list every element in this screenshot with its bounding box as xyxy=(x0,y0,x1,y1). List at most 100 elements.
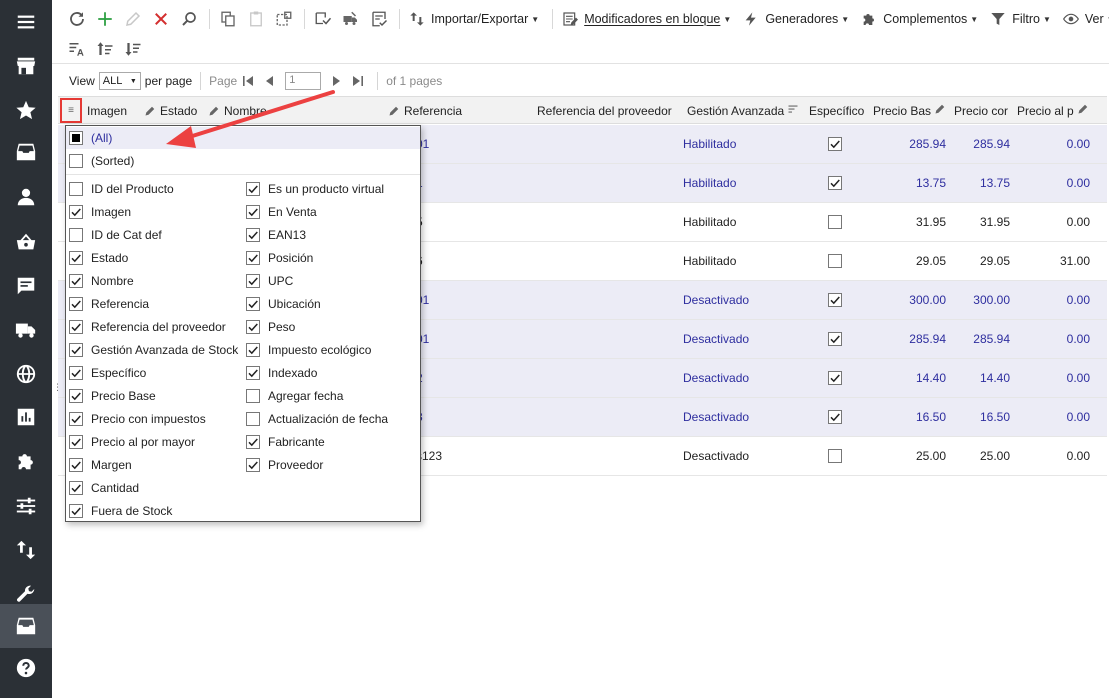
checkbox[interactable] xyxy=(246,366,260,380)
prev-page-button[interactable] xyxy=(261,72,279,90)
checkbox[interactable] xyxy=(69,481,83,495)
cell-gestion[interactable]: Desactivado xyxy=(683,359,793,397)
sort-text-button[interactable] xyxy=(64,37,90,61)
cell-precio-base[interactable]: 29.05 xyxy=(878,242,946,280)
checkbox[interactable] xyxy=(246,251,260,265)
header-precio-base[interactable]: Precio Bas xyxy=(873,97,945,124)
header-nombre[interactable]: Nombre xyxy=(208,97,272,124)
cell-gestion[interactable]: Habilitado xyxy=(683,125,793,163)
resize-handle[interactable]: ⋮ xyxy=(53,383,62,396)
help-icon[interactable] xyxy=(0,648,52,688)
indeterminate-checkbox[interactable] xyxy=(69,131,83,145)
cell-precio-al[interactable]: 0.00 xyxy=(1018,437,1090,475)
checkbox[interactable] xyxy=(828,215,842,229)
refresh-button[interactable] xyxy=(64,7,90,31)
menu-item-column[interactable]: Gestión Avanzada de Stock xyxy=(69,339,238,361)
menu-item-column[interactable]: Referencia del proveedor xyxy=(69,316,226,338)
delete-button[interactable] xyxy=(148,7,174,31)
truck-edit-button[interactable] xyxy=(338,7,364,31)
cell-referencia[interactable]: 01 xyxy=(416,125,466,163)
checkbox[interactable] xyxy=(246,389,260,403)
menu-item-column[interactable]: Estado xyxy=(69,247,128,269)
checkbox[interactable] xyxy=(69,435,83,449)
arrows-updown-icon[interactable] xyxy=(0,530,52,570)
header-ref-proveedor[interactable]: Referencia del proveedor xyxy=(537,97,677,124)
checkbox[interactable] xyxy=(69,366,83,380)
next-page-button[interactable] xyxy=(327,72,345,90)
checkbox[interactable] xyxy=(828,254,842,268)
menu-item-column[interactable]: Agregar fecha xyxy=(246,385,343,407)
menu-item-column[interactable]: Nombre xyxy=(69,270,134,292)
paste-button[interactable] xyxy=(243,7,269,31)
checkbox[interactable] xyxy=(246,343,260,357)
column-menu-button[interactable]: ≡ xyxy=(60,98,82,123)
cell-especifico[interactable] xyxy=(828,125,842,163)
cell-precio-al[interactable]: 0.00 xyxy=(1018,203,1090,241)
cell-precio-al[interactable]: 31.00 xyxy=(1018,242,1090,280)
cell-especifico[interactable] xyxy=(828,398,842,436)
menu-item-column[interactable]: Referencia xyxy=(69,293,149,315)
menu-item-column[interactable]: Es un producto virtual xyxy=(246,178,384,200)
menu-item-column[interactable]: En Venta xyxy=(246,201,317,223)
cell-precio-con[interactable]: 14.40 xyxy=(953,359,1010,397)
menu-item-column[interactable]: ID de Cat def xyxy=(69,224,162,246)
checkbox[interactable] xyxy=(246,435,260,449)
basket-icon[interactable] xyxy=(0,222,52,262)
menu-item-column[interactable]: Imagen xyxy=(69,201,131,223)
menu-item-column[interactable]: Posición xyxy=(246,247,313,269)
import-export-menu[interactable]: Importar/Exportar ▼ xyxy=(405,7,543,31)
checkbox[interactable] xyxy=(69,504,83,518)
checkbox[interactable] xyxy=(828,449,842,463)
checkbox[interactable] xyxy=(246,205,260,219)
inbox-icon[interactable] xyxy=(0,132,52,172)
sort-down-button[interactable] xyxy=(120,37,146,61)
cell-precio-con[interactable]: 25.00 xyxy=(953,437,1010,475)
catalog-icon[interactable] xyxy=(0,604,52,648)
add-button[interactable] xyxy=(92,7,118,31)
cell-precio-al[interactable]: 0.00 xyxy=(1018,320,1090,358)
cell-precio-base[interactable]: 300.00 xyxy=(878,281,946,319)
menu-item-column[interactable]: ID del Producto xyxy=(69,178,174,200)
menu-item-all[interactable]: (All) xyxy=(66,127,420,149)
cell-especifico[interactable] xyxy=(828,203,842,241)
store-icon[interactable] xyxy=(0,46,52,86)
checkbox[interactable] xyxy=(828,371,842,385)
move-button[interactable] xyxy=(310,7,336,31)
header-estado[interactable]: Estado xyxy=(144,97,208,124)
checkbox[interactable] xyxy=(828,137,842,151)
cell-gestion[interactable]: Desactivado xyxy=(683,437,793,475)
cell-precio-base[interactable]: 285.94 xyxy=(878,125,946,163)
menu-item-column[interactable]: Precio con impuestos xyxy=(69,408,206,430)
cell-gestion[interactable]: Desactivado xyxy=(683,320,793,358)
cell-precio-al[interactable]: 0.00 xyxy=(1018,164,1090,202)
cell-especifico[interactable] xyxy=(828,281,842,319)
checkbox[interactable] xyxy=(69,458,83,472)
header-referencia[interactable]: Referencia xyxy=(388,97,508,124)
cell-precio-con[interactable]: 300.00 xyxy=(953,281,1010,319)
cell-especifico[interactable] xyxy=(828,242,842,280)
last-page-button[interactable] xyxy=(349,72,367,90)
menu-item-sorted[interactable]: (Sorted) xyxy=(66,150,420,172)
menu-item-column[interactable]: Indexado xyxy=(246,362,317,384)
cell-gestion[interactable]: Habilitado xyxy=(683,242,793,280)
menu-item-column[interactable]: Proveedor xyxy=(246,454,323,476)
cell-referencia[interactable]: 01 xyxy=(416,320,466,358)
view-menu[interactable]: Ver▼ xyxy=(1059,7,1109,31)
cell-precio-con[interactable]: 13.75 xyxy=(953,164,1010,202)
chat-icon[interactable] xyxy=(0,266,52,306)
header-especifico[interactable]: Específico xyxy=(809,97,871,124)
hamburger-icon[interactable] xyxy=(0,2,52,42)
menu-item-column[interactable]: Específico xyxy=(69,362,146,384)
cell-referencia[interactable]: 1 xyxy=(416,164,466,202)
cell-especifico[interactable] xyxy=(828,320,842,358)
checkbox[interactable] xyxy=(69,297,83,311)
cell-precio-base[interactable]: 13.75 xyxy=(878,164,946,202)
header-precio-con[interactable]: Precio cor xyxy=(954,97,1010,124)
cell-referencia[interactable]: 5 xyxy=(416,203,466,241)
edit-button[interactable] xyxy=(120,7,146,31)
menu-item-column[interactable]: Actualización de fecha xyxy=(246,408,388,430)
cell-precio-base[interactable]: 285.94 xyxy=(878,320,946,358)
checkbox[interactable] xyxy=(69,343,83,357)
cell-especifico[interactable] xyxy=(828,359,842,397)
star-icon[interactable] xyxy=(0,90,52,130)
